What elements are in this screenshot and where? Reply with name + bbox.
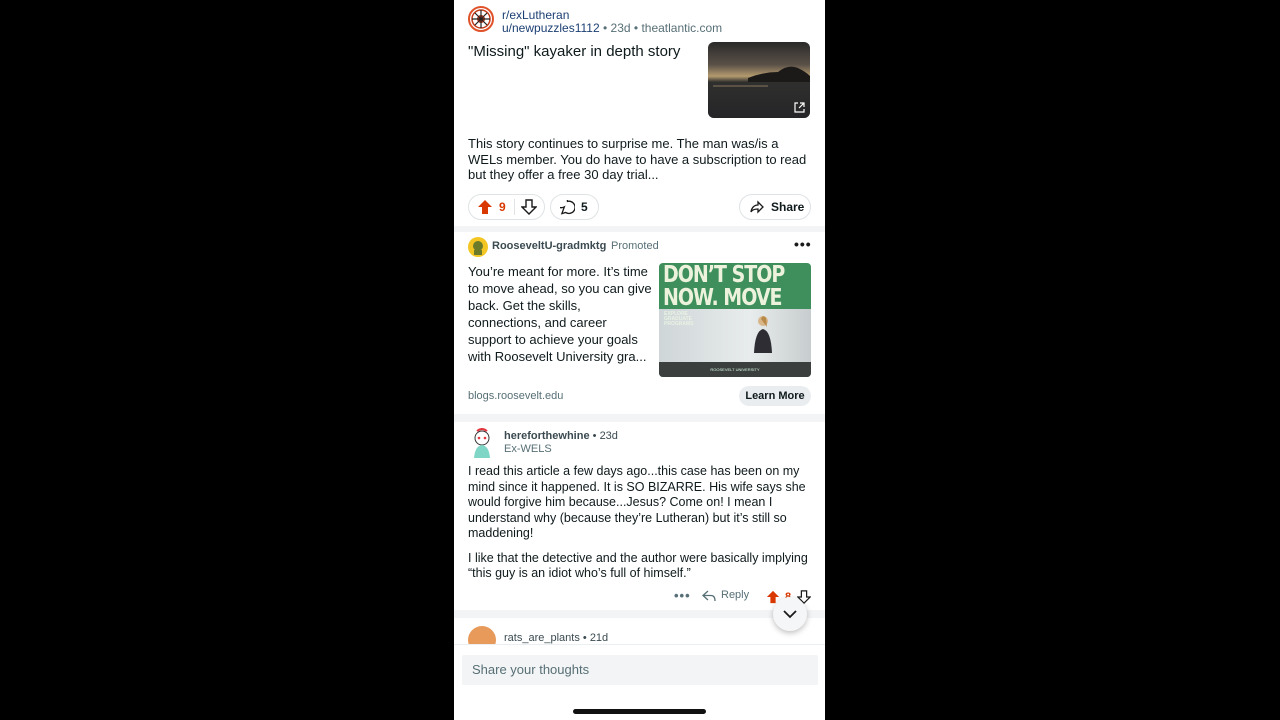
ad-text[interactable]: You’re meant for more. It’s time to move… [468,263,652,365]
ad-domain[interactable]: blogs.roosevelt.edu [468,390,563,402]
post-domain[interactable]: theatlantic.com [641,21,722,35]
comment-meta: hereforthewhine • 23d [504,430,618,442]
comment: rats_are_plants • 21d [454,618,825,654]
comment-paragraph: I like that the detective and the author… [468,550,808,581]
ad-image-footer: ROOSEVELT UNIVERSITY [659,362,811,377]
ad-image-subtext: EXPLORE GRADUATE PROGRAMS [664,311,694,327]
subreddit-avatar[interactable] [468,6,494,32]
user-flair: Ex-WELS [504,443,552,455]
comments-button[interactable]: 5 [550,194,599,220]
share-label: Share [771,200,805,214]
advertiser-name[interactable]: RooseveltU-gradmktg [492,240,606,252]
vote-count: 9 [499,200,506,214]
external-link-icon [794,102,806,114]
learn-more-button[interactable]: Learn More [739,386,811,406]
post-card[interactable]: r/exLutheran u/newpuzzles1112 • 23d • th… [454,0,825,226]
reply-button[interactable]: Reply [702,589,749,601]
upvote-icon[interactable] [477,199,493,215]
downvote-icon[interactable] [520,199,537,215]
more-options-icon[interactable]: ••• [794,236,812,252]
post-body[interactable]: This story continues to surprise me. The… [468,136,814,183]
comment-icon [560,199,575,215]
comment: hereforthewhine • 23d Ex-WELS I read thi… [454,422,825,610]
post-author[interactable]: u/newpuzzles1112 [502,21,600,35]
comment-age: 21d [589,632,609,644]
divider [454,610,825,618]
comment-more-icon[interactable]: ••• [674,588,691,603]
share-icon [750,200,764,214]
subreddit-name[interactable]: r/exLutheran [502,8,569,22]
comment-actions: ••• Reply 8 [454,588,825,608]
comment-body[interactable]: I read this article a few days ago...thi… [468,464,818,591]
person-illustration [754,316,772,353]
phone-screen: r/exLutheran u/newpuzzles1112 • 23d • th… [454,0,825,720]
post-age: 23d [610,21,631,35]
promoted-post[interactable]: RooseveltU-gradmktg Promoted ••• You’re … [454,232,825,414]
scroll-down-button[interactable] [773,597,807,631]
comment-count: 5 [581,200,588,214]
compose-bar: Share your thoughts [454,644,825,720]
ad-image[interactable]: DON’T STOP NOW. MOVE UP. EXPLORE GRADUAT… [659,263,811,377]
comment-paragraph: I read this article a few days ago...thi… [468,464,806,540]
advertiser-avatar [468,237,488,257]
promoted-label: Promoted [611,240,659,252]
comment-input[interactable]: Share your thoughts [462,655,818,685]
vote-divider [513,199,515,215]
divider [454,414,825,422]
share-button[interactable]: Share [739,194,811,220]
vote-control: 9 [468,194,545,220]
chevron-down-icon [783,610,797,619]
link-thumbnail[interactable] [708,42,810,118]
user-avatar[interactable] [468,428,496,458]
comment-meta: rats_are_plants • 21d [504,632,609,644]
home-indicator[interactable] [573,709,706,714]
post-meta: u/newpuzzles1112 • 23d • theatlantic.com [502,21,723,35]
comment-author[interactable]: rats_are_plants [504,632,580,644]
post-title[interactable]: "Missing" kayaker in depth story [468,42,698,61]
comment-author[interactable]: hereforthewhine [504,430,590,442]
comment-age: 23d [599,430,618,442]
